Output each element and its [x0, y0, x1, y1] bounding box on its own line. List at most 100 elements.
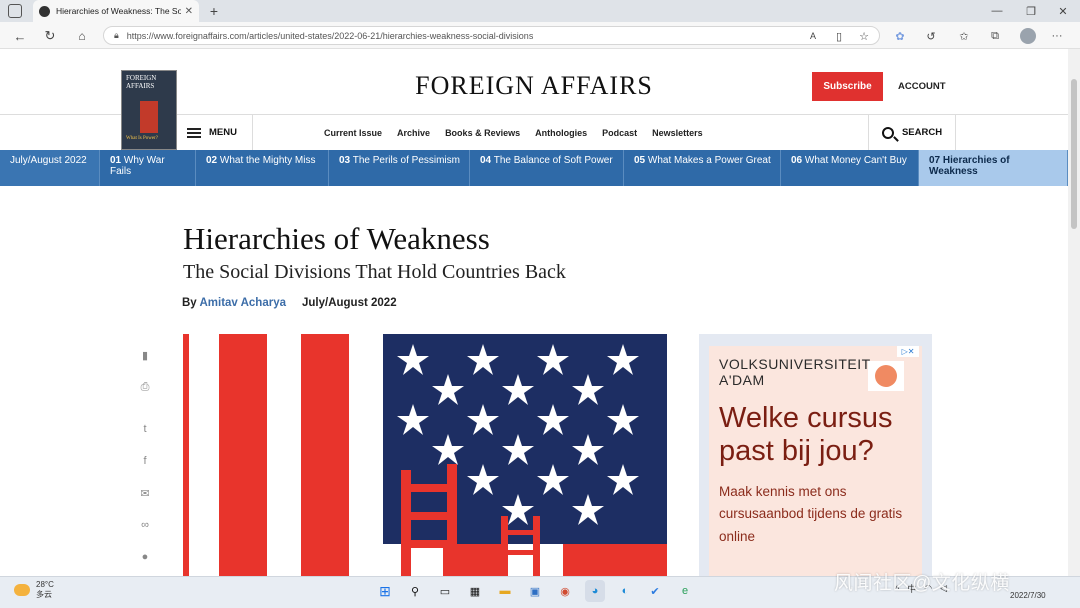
byline: By Amitav Acharya July/August 2022: [182, 297, 397, 309]
series-item-07[interactable]: 07 Hierarchies of Weakness: [919, 150, 1068, 186]
series-item-01[interactable]: 01 Why War Fails: [100, 150, 196, 186]
ad-logo: [868, 361, 904, 391]
article-illustration: [183, 334, 667, 576]
email-icon[interactable]: ✉: [136, 477, 154, 509]
main-nav: Current Issue Archive Books & Reviews An…: [324, 115, 703, 150]
search-icon: [881, 126, 894, 139]
link-icon[interactable]: ∞: [136, 509, 154, 541]
weather-widget[interactable]: 28°C 多云: [14, 580, 54, 600]
ie-icon[interactable]: e: [675, 580, 695, 602]
facebook-icon[interactable]: f: [136, 445, 154, 477]
issue-series-bar: July/August 2022 01 Why War Fails 02 Wha…: [0, 150, 1068, 186]
store-icon[interactable]: ▣: [525, 580, 545, 602]
browser-tab[interactable]: Hierarchies of Weakness: The Social Divi…: [33, 0, 199, 22]
nav-archive[interactable]: Archive: [397, 128, 430, 138]
hamburger-icon: [187, 127, 201, 138]
menu-button[interactable]: MENU: [187, 115, 253, 150]
more-options-icon[interactable]: ···: [1050, 29, 1064, 43]
start-icon[interactable]: ⊞: [375, 580, 395, 602]
profile-avatar[interactable]: [1020, 28, 1036, 44]
back-icon[interactable]: ←: [12, 28, 28, 44]
close-tab-icon[interactable]: ✕: [185, 6, 193, 17]
issue-date[interactable]: July/August 2022: [302, 297, 397, 309]
app-icon[interactable]: ◐: [615, 580, 635, 602]
comment-icon[interactable]: ●: [136, 541, 154, 573]
byline-by: By: [182, 297, 197, 309]
collections-icon[interactable]: ⧉: [988, 29, 1002, 43]
clock[interactable]: 2022/7/30: [1010, 580, 1046, 601]
series-item-issue[interactable]: July/August 2022: [0, 150, 100, 186]
cover-tagline: What Is Power?: [126, 136, 158, 141]
nav-podcast[interactable]: Podcast: [602, 128, 637, 138]
series-num: 06: [791, 155, 803, 166]
widgets-icon[interactable]: ▦: [465, 580, 485, 602]
lock-icon: 🔒︎: [114, 30, 119, 40]
search-button[interactable]: SEARCH: [868, 115, 956, 150]
cover-art: [140, 101, 158, 133]
series-title: The Perils of Pessimism: [352, 155, 460, 166]
home-icon[interactable]: ⌂: [74, 28, 90, 44]
search-taskbar-icon[interactable]: ⚲: [405, 580, 425, 602]
file-explorer-icon[interactable]: ▬: [495, 580, 515, 602]
article-subtitle: The Social Divisions That Hold Countries…: [183, 261, 566, 283]
twitter-icon[interactable]: t: [136, 413, 154, 445]
ad-headline: Welke cursus past bij jou?: [719, 402, 893, 467]
favorite-add-icon[interactable]: ☆: [857, 29, 871, 43]
edge-icon[interactable]: ◕: [585, 580, 605, 602]
nav-current-issue[interactable]: Current Issue: [324, 128, 382, 138]
scrollbar-thumb[interactable]: [1071, 79, 1077, 229]
mail-icon[interactable]: ✔: [645, 580, 665, 602]
refresh-extension-icon[interactable]: ↺: [924, 29, 938, 43]
close-window-icon[interactable]: ✕: [1056, 4, 1070, 18]
scrollbar[interactable]: [1068, 49, 1080, 576]
subscribe-button[interactable]: Subscribe: [812, 72, 883, 101]
address-bar[interactable]: 🔒︎ https://www.foreignaffairs.com/articl…: [103, 26, 880, 45]
series-title: What Makes a Power Great: [647, 155, 771, 166]
article-title: Hierarchies of Weakness: [183, 221, 490, 256]
watermark: 风闻社区@文化纵横: [834, 573, 1010, 594]
series-item-02[interactable]: 02 What the Mighty Miss: [196, 150, 329, 186]
ad-body: Maak kennis met ons cursusaanbod tijdens…: [719, 484, 903, 544]
series-title: What the Mighty Miss: [219, 155, 316, 166]
adchoices-icon[interactable]: ▷✕: [897, 346, 919, 357]
ad-logo-mark: [875, 365, 897, 387]
author-link[interactable]: Amitav Acharya: [199, 297, 286, 309]
cover-title: FOREIGN AFFAIRS: [126, 74, 157, 90]
series-item-06[interactable]: 06 What Money Can't Buy: [781, 150, 919, 186]
print-icon[interactable]: ⎙: [136, 371, 154, 403]
series-num: 05: [634, 155, 646, 166]
web-page: FOREIGN AFFAIRS What Is Power? FOREIGN A…: [0, 49, 1068, 576]
share-rail: ▮ ⎙ t f ✉ ∞ ●: [136, 339, 154, 573]
reader-view-icon[interactable]: ▯: [832, 29, 846, 43]
chrome-icon[interactable]: ◉: [555, 580, 575, 602]
maximize-icon[interactable]: ❐: [1024, 4, 1038, 18]
refresh-icon[interactable]: ↻: [42, 28, 58, 44]
series-title: What Money Can't Buy: [804, 155, 907, 166]
account-link[interactable]: ACCOUNT: [898, 81, 946, 92]
minimize-icon[interactable]: —: [990, 4, 1004, 18]
series-item-04[interactable]: 04 The Balance of Soft Power: [470, 150, 624, 186]
series-title: Hierarchies of Weakness: [929, 155, 1010, 177]
url-text: https://www.foreignaffairs.com/articles/…: [126, 30, 534, 41]
taskbar-apps: ⊞ ⚲ ▭ ▦ ▬ ▣ ◉ ◕ ◐ ✔ e: [375, 580, 695, 602]
new-tab-button[interactable]: +: [206, 3, 222, 19]
favorites-icon[interactable]: ✩: [957, 29, 971, 43]
task-view-icon[interactable]: ▭: [435, 580, 455, 602]
series-item-03[interactable]: 03 The Perils of Pessimism: [329, 150, 470, 186]
series-num: 07: [929, 155, 941, 166]
menu-label: MENU: [209, 127, 237, 138]
bookmark-icon[interactable]: ▮: [136, 339, 154, 371]
nav-anthologies[interactable]: Anthologies: [535, 128, 587, 138]
tab-actions-icon[interactable]: [8, 4, 22, 18]
issue-cover[interactable]: FOREIGN AFFAIRS What Is Power?: [121, 70, 177, 150]
nav-newsletters[interactable]: Newsletters: [652, 128, 703, 138]
read-aloud-icon[interactable]: A: [806, 29, 820, 43]
series-num: 02: [206, 155, 218, 166]
series-item-05[interactable]: 05 What Makes a Power Great: [624, 150, 781, 186]
nav-books-reviews[interactable]: Books & Reviews: [445, 128, 520, 138]
series-num: 01: [110, 155, 122, 166]
weather-condition: 多云: [36, 590, 52, 599]
search-label: SEARCH: [901, 127, 943, 138]
flag-ladder-illustration: [183, 334, 667, 576]
extension-icon[interactable]: ✿: [893, 29, 907, 43]
